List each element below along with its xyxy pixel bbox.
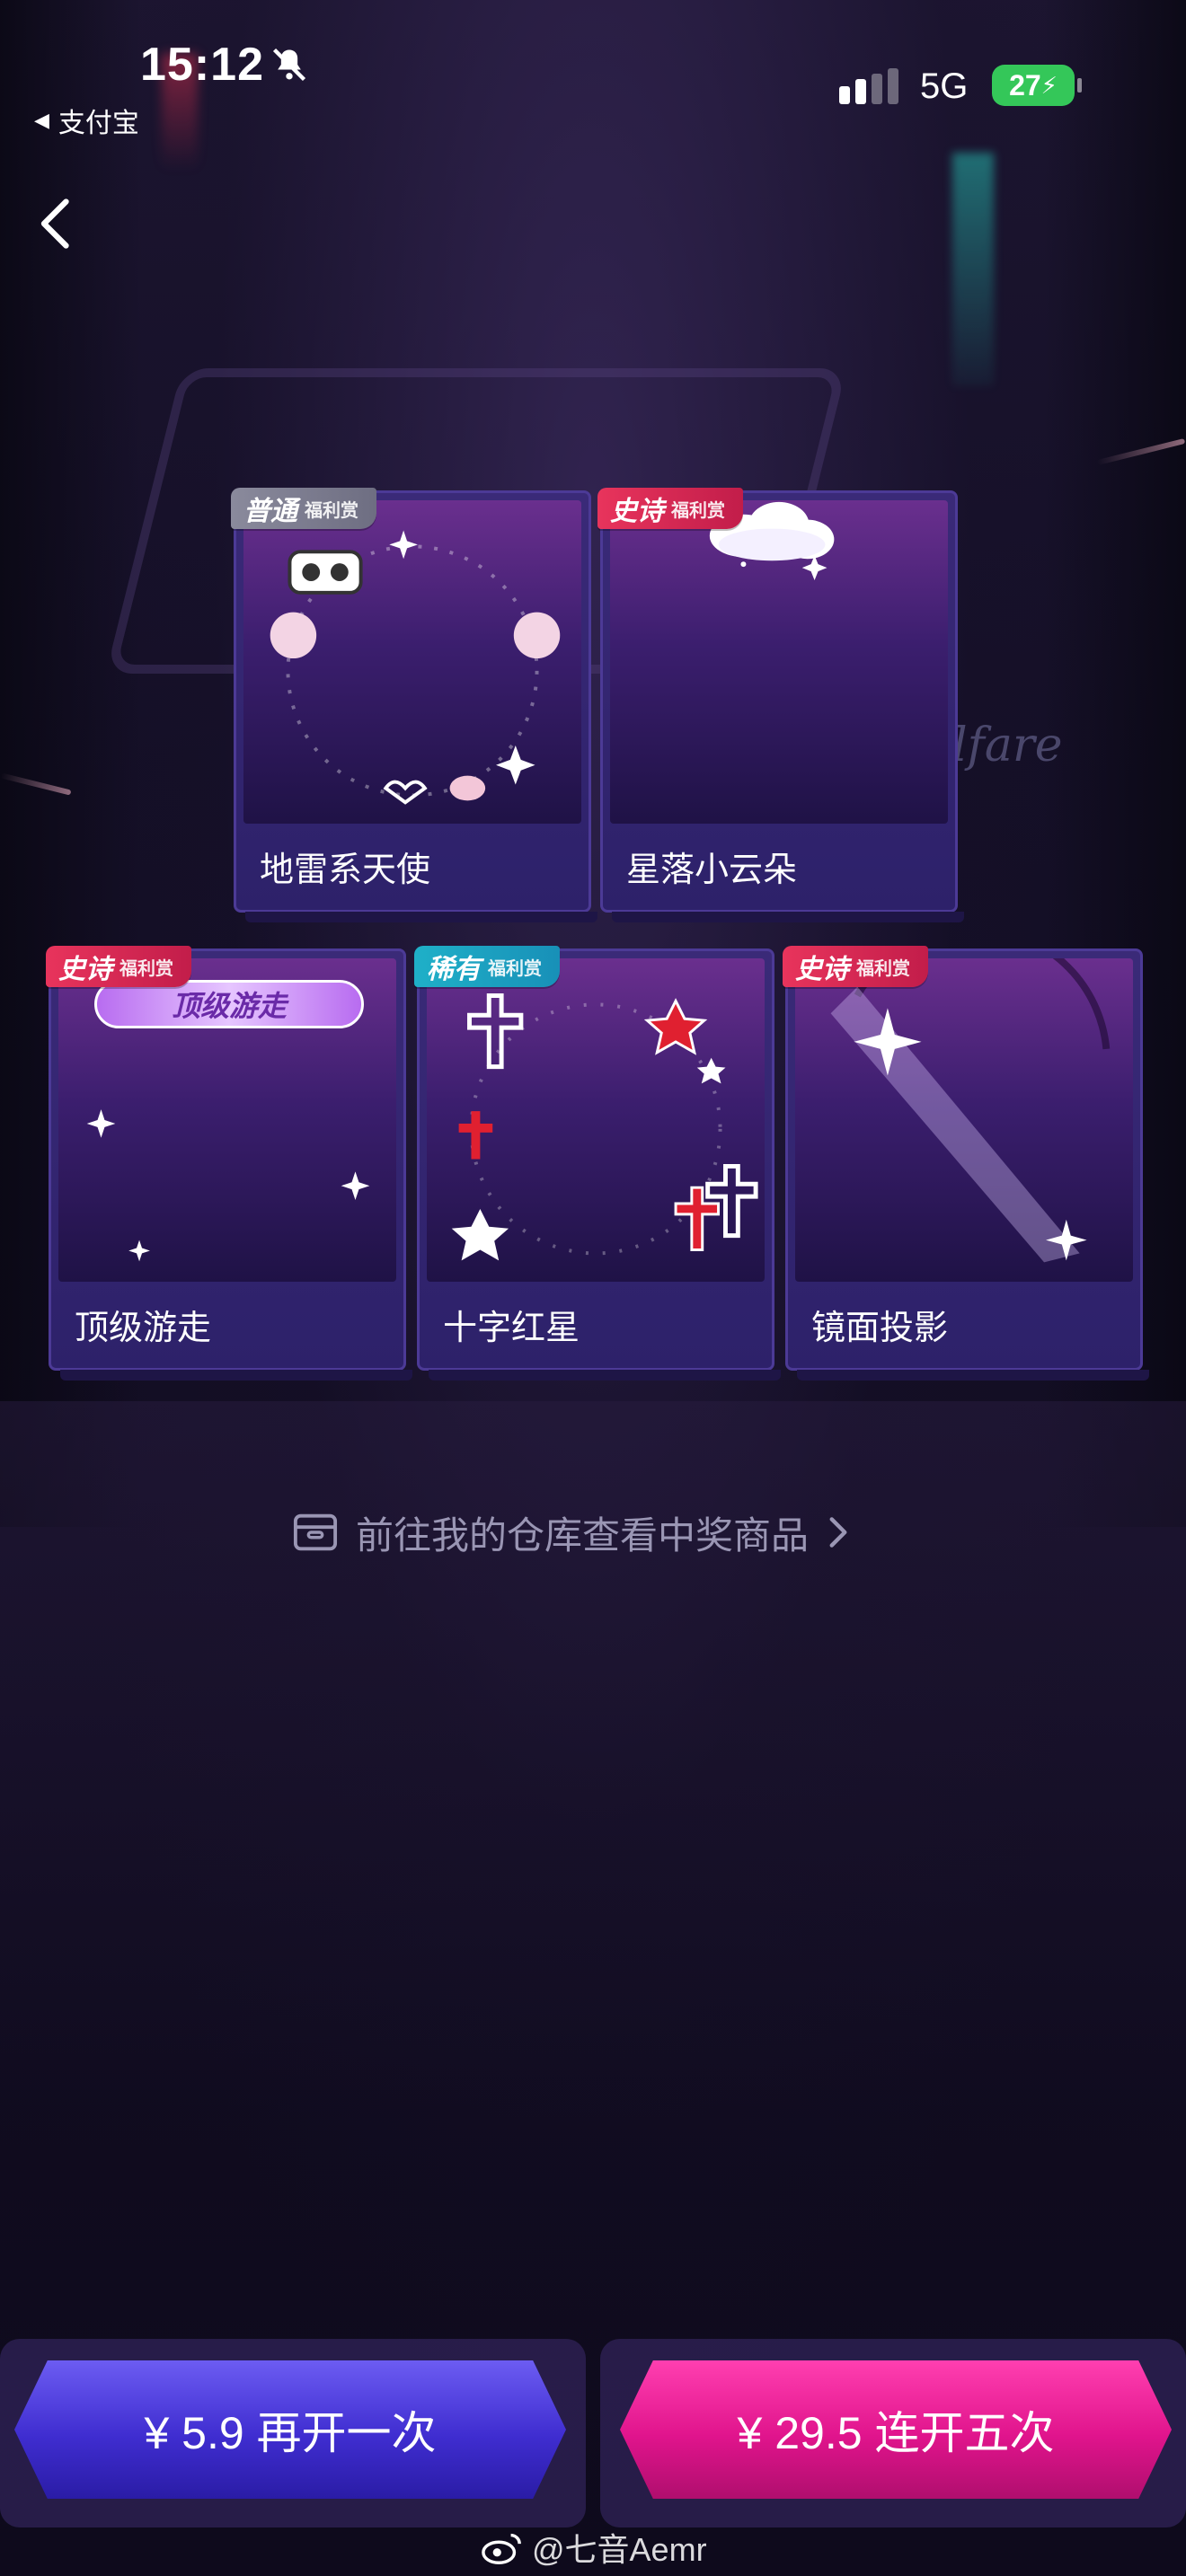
- tier-badge-epic: 史诗 福利赏: [46, 946, 191, 987]
- bell-muted-icon: [272, 48, 306, 82]
- prize-thumbnail: [610, 500, 948, 824]
- screen: lfare 15:12 ◀ 支付宝 5G 27 ⚡ 普通 福利赏 地雷系天使 史…: [0, 0, 1186, 2576]
- warehouse-link[interactable]: 前往我的仓库查看中奖商品: [293, 1505, 850, 1559]
- prize-name: 星落小云朵: [626, 851, 798, 889]
- tier-label: 史诗: [610, 497, 664, 526]
- tier-label: 稀有: [427, 955, 481, 984]
- chevron-right-icon: [829, 1517, 847, 1548]
- cloud-frame-art: [709, 501, 835, 580]
- open-five-button[interactable]: ¥ 29.5 连开五次: [620, 2360, 1172, 2499]
- cross-star-frame-art: [451, 993, 758, 1261]
- back-to-app-label: 支付宝: [58, 109, 139, 138]
- back-button[interactable]: [25, 192, 88, 255]
- prize-thumbnail: 顶级游走: [58, 958, 396, 1282]
- back-to-app-link[interactable]: ◀ 支付宝: [34, 101, 139, 140]
- battery-level: 27: [1009, 68, 1041, 101]
- watermark: @七音Aemr: [482, 2524, 707, 2571]
- tier-sublabel: 福利赏: [119, 958, 173, 979]
- prize-thumbnail: [427, 958, 765, 1282]
- tier-label: 史诗: [795, 955, 849, 984]
- prize-thumbnail: [795, 958, 1133, 1282]
- status-time: 15:12: [140, 39, 264, 91]
- angel-frame-art: [270, 530, 561, 805]
- prize-name: 镜面投影: [811, 1310, 949, 1347]
- tier-badge-epic: 史诗 福利赏: [597, 488, 743, 529]
- tier-sublabel: 福利赏: [488, 958, 542, 979]
- warehouse-link-label: 前往我的仓库查看中奖商品: [356, 1513, 810, 1557]
- prize-card-1[interactable]: 普通 福利赏 地雷系天使: [231, 488, 597, 922]
- prize-name: 顶级游走: [75, 1310, 212, 1347]
- charging-icon: ⚡: [1040, 71, 1058, 99]
- network-type: 5G: [920, 66, 969, 106]
- tier-badge-rare: 稀有 福利赏: [414, 946, 560, 987]
- mirror-frame-art: [830, 958, 1111, 1263]
- prize-thumbnail: [243, 500, 581, 824]
- welfare-backdrop-text: lfare: [952, 719, 1063, 772]
- tier-sublabel: 福利赏: [305, 500, 358, 521]
- tier-label: 普通: [243, 497, 297, 526]
- tier-sublabel: 福利赏: [671, 500, 725, 521]
- back-triangle-icon: ◀: [34, 109, 49, 131]
- signal-icon: [839, 68, 898, 104]
- prize-name: 地雷系天使: [260, 851, 431, 889]
- prize-name: 十字红星: [443, 1310, 580, 1347]
- prize-card-5[interactable]: 史诗 福利赏 镜面投影: [783, 946, 1149, 1381]
- tier-badge-epic: 史诗 福利赏: [783, 946, 928, 987]
- tier-label: 史诗: [58, 955, 112, 984]
- tier-badge-common: 普通 福利赏: [231, 488, 376, 529]
- box-icon: [293, 1513, 338, 1551]
- prize-card-3[interactable]: 顶级游走 史诗 福利赏 顶级游走: [46, 946, 412, 1381]
- weibo-icon: [482, 2533, 521, 2564]
- prize-card-2[interactable]: 史诗 福利赏 星落小云朵: [597, 488, 964, 922]
- prize-card-4[interactable]: 稀有 福利赏 十字红星: [414, 946, 781, 1381]
- neon-sign-cyan: [952, 153, 994, 386]
- sparkle-art: [86, 1109, 370, 1262]
- tier-sublabel: 福利赏: [856, 958, 910, 979]
- battery-indicator: 27 ⚡: [992, 65, 1082, 106]
- open-once-button[interactable]: ¥ 5.9 再开一次: [14, 2360, 566, 2499]
- watermark-text: @七音Aemr: [532, 2531, 707, 2568]
